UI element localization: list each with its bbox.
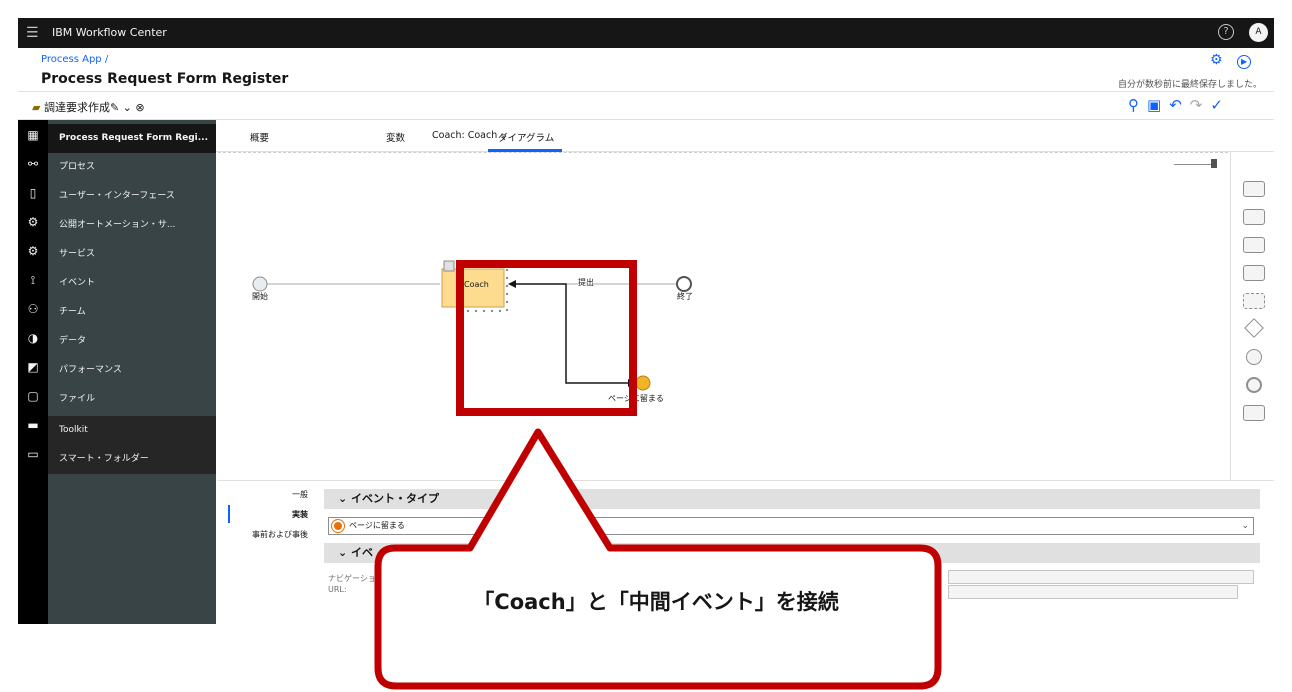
callout-text: 「Coach」と「中間イベント」を接続 bbox=[473, 590, 839, 614]
highlight-box bbox=[456, 260, 637, 416]
callout-bubble bbox=[374, 428, 942, 690]
